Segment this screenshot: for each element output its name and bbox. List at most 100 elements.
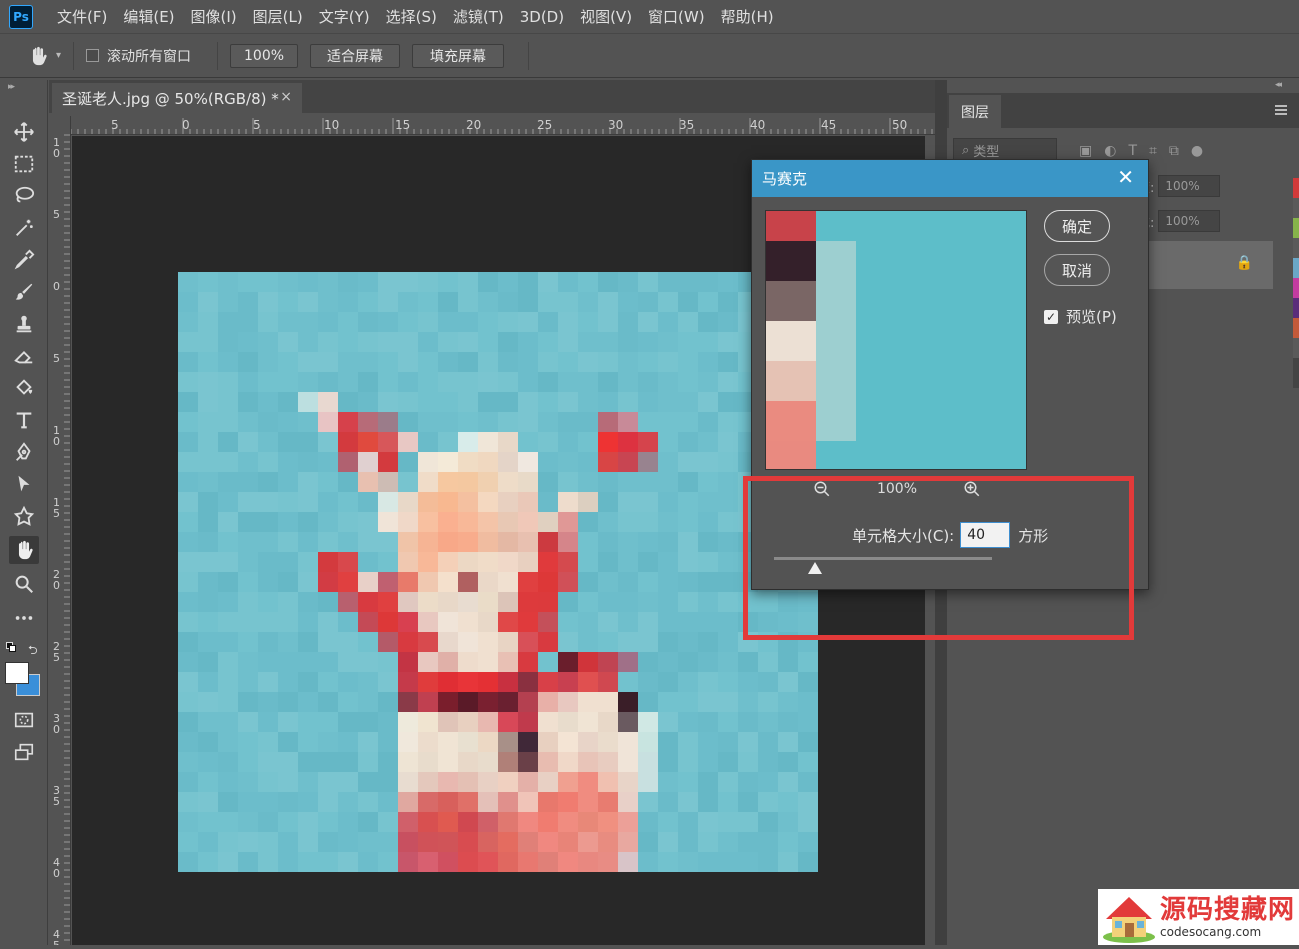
tool-preset-caret-icon[interactable]: ▾ [56, 50, 61, 61]
marquee-tool-icon[interactable] [9, 150, 39, 178]
custom-shape-tool-icon[interactable] [9, 502, 39, 530]
default-colors-icon[interactable] [6, 642, 16, 652]
mosaic-cell [478, 472, 498, 492]
mosaic-cell [398, 672, 418, 692]
menu-3d[interactable]: 3D(D) [520, 8, 564, 26]
mosaic-cell [718, 572, 738, 592]
filter-toggle-icon[interactable]: ● [1191, 143, 1203, 159]
quick-mask-icon[interactable] [9, 706, 39, 734]
collapse-arrows-icon[interactable]: ▸▸ [8, 82, 15, 92]
mosaic-cell [278, 612, 298, 632]
move-tool-icon[interactable] [9, 118, 39, 146]
ruler-v-label: 5 [53, 507, 60, 520]
mosaic-cell [678, 832, 698, 852]
expand-panels-icon[interactable]: ◂◂ [1275, 80, 1282, 90]
menu-type[interactable]: 文字(Y) [319, 6, 370, 27]
menu-filter[interactable]: 滤镜(T) [453, 6, 504, 27]
preview-checkbox[interactable]: ✓ [1044, 309, 1058, 324]
mosaic-cell [498, 532, 518, 552]
ok-button[interactable]: 确定 [1044, 210, 1110, 242]
brush-tool-icon[interactable] [9, 278, 39, 306]
mosaic-cell [198, 572, 218, 592]
zoom-100-button[interactable]: 100% [230, 43, 299, 68]
fill-field[interactable]: 100% [1158, 210, 1221, 232]
hand-tool-icon[interactable] [9, 536, 39, 564]
mosaic-cell [338, 552, 358, 572]
mosaic-cell [418, 812, 438, 832]
document-tab-title: 圣诞老人.jpg @ 50%(RGB/8) * [62, 89, 279, 108]
hand-tool-icon[interactable] [26, 44, 50, 68]
mosaic-cell [478, 652, 498, 672]
magic-wand-tool-icon[interactable] [9, 214, 39, 242]
pixel-layer-filter-icon[interactable]: ▣ [1079, 143, 1092, 159]
mosaic-cell [618, 312, 638, 332]
mosaic-cell [658, 392, 678, 412]
menu-select[interactable]: 选择(S) [386, 6, 437, 27]
menu-view[interactable]: 视图(V) [580, 6, 632, 27]
menu-window[interactable]: 窗口(W) [648, 6, 705, 27]
layers-tab[interactable]: 图层 [949, 95, 1001, 128]
smart-object-filter-icon[interactable]: ⧉ [1169, 143, 1179, 159]
menu-layer[interactable]: 图层(L) [253, 6, 303, 27]
vertical-ruler[interactable]: 105051015202530354045 [49, 116, 71, 945]
menu-image[interactable]: 图像(I) [191, 6, 237, 27]
document-image-pixelated[interactable] [178, 272, 818, 872]
eraser-tool-icon[interactable] [9, 342, 39, 370]
panel-menu-icon[interactable] [1275, 105, 1287, 115]
eyedropper-tool-icon[interactable] [9, 246, 39, 274]
screen-mode-icon[interactable] [9, 738, 39, 766]
mosaic-cell [758, 692, 778, 712]
mosaic-cell [458, 612, 478, 632]
mosaic-cell [278, 852, 298, 872]
mosaic-cell [398, 472, 418, 492]
close-icon[interactable]: ✕ [1117, 167, 1134, 187]
document-tab[interactable]: 圣诞老人.jpg @ 50%(RGB/8) * × [52, 83, 302, 113]
type-layer-filter-icon[interactable]: T [1128, 143, 1137, 159]
adjustment-layer-filter-icon[interactable]: ◐ [1104, 143, 1116, 159]
mosaic-cell [578, 492, 598, 512]
dialog-title-bar[interactable]: 马赛克 ✕ [752, 160, 1148, 197]
horizontal-ruler[interactable]: 5 0 5 10 15 20 25 30 35 40 45 50 [71, 116, 935, 135]
mosaic-cell [318, 592, 338, 612]
mosaic-cell [218, 752, 238, 772]
mosaic-cell [518, 592, 538, 612]
fit-screen-button[interactable]: 适合屏幕 [310, 43, 401, 68]
fill-screen-button[interactable]: 填充屏幕 [412, 43, 505, 68]
mosaic-cell [418, 532, 438, 552]
mosaic-cell [298, 392, 318, 412]
mosaic-cell [318, 452, 338, 472]
scroll-all-checkbox[interactable] [86, 49, 100, 62]
shape-layer-filter-icon[interactable]: ⌗ [1149, 143, 1157, 159]
pen-tool-icon[interactable] [9, 438, 39, 466]
filter-preview[interactable] [765, 210, 1027, 470]
mosaic-cell [278, 292, 298, 312]
path-selection-tool-icon[interactable] [9, 470, 39, 498]
type-tool-icon[interactable] [9, 406, 39, 434]
foreground-color-swatch[interactable] [5, 662, 29, 684]
menu-file[interactable]: 文件(F) [57, 6, 107, 27]
mosaic-cell [178, 832, 198, 852]
close-tab-icon[interactable]: × [280, 89, 292, 105]
lasso-tool-icon[interactable] [9, 182, 39, 210]
stamp-tool-icon[interactable] [9, 310, 39, 338]
opacity-field[interactable]: 100% [1158, 175, 1221, 197]
mosaic-cell [318, 352, 338, 372]
mosaic-cell [258, 852, 278, 872]
more-tools-icon[interactable] [9, 604, 39, 632]
menu-help[interactable]: 帮助(H) [721, 6, 774, 27]
paint-bucket-tool-icon[interactable] [9, 374, 39, 402]
preview-checkbox-row[interactable]: ✓ 预览(P) [1044, 306, 1117, 327]
mosaic-cell [798, 732, 818, 752]
mosaic-cell [518, 652, 538, 672]
mosaic-cell [378, 652, 398, 672]
zoom-tool-icon[interactable] [9, 570, 39, 598]
menu-edit[interactable]: 编辑(E) [123, 6, 174, 27]
cancel-button[interactable]: 取消 [1044, 254, 1110, 286]
mosaic-cell [438, 752, 458, 772]
mosaic-cell [358, 352, 378, 372]
mosaic-cell [458, 752, 478, 772]
mosaic-cell [698, 752, 718, 772]
mosaic-cell [538, 552, 558, 572]
swap-colors-icon[interactable]: ⮌ [28, 641, 38, 662]
ruler-h-label: 5 [253, 118, 261, 132]
